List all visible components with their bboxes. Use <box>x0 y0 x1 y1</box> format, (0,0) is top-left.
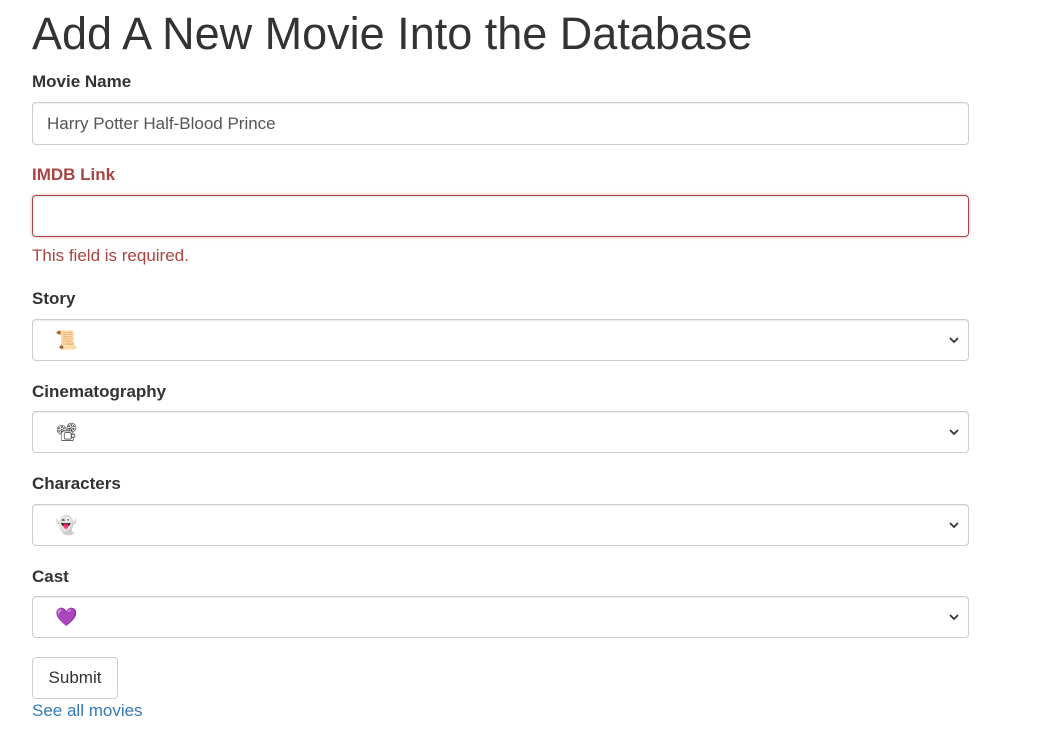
story-select[interactable]: 📜 <box>32 319 969 361</box>
submit-button[interactable]: Submit <box>32 657 118 699</box>
chevron-down-icon <box>949 522 959 529</box>
characters-selected-value: 👻 <box>55 515 78 535</box>
imdb-link-error-message: This field is required. <box>32 246 189 265</box>
imdb-link-label: IMDB Link <box>32 165 116 184</box>
cast-label: Cast <box>32 567 69 586</box>
chevron-down-icon <box>949 337 959 344</box>
story-selected-value: 📜 <box>55 330 78 350</box>
cinematography-select[interactable]: 📽 <box>32 411 969 453</box>
chevron-down-icon <box>949 614 959 621</box>
movie-name-input[interactable] <box>32 102 969 145</box>
characters-label: Characters <box>32 474 121 493</box>
see-all-movies-link[interactable]: See all movies <box>32 701 143 721</box>
cinematography-label: Cinematography <box>32 382 167 401</box>
cinematography-selected-value: 📽 <box>55 422 78 442</box>
cast-select[interactable]: 💜 <box>32 596 969 638</box>
characters-select[interactable]: 👻 <box>32 504 969 546</box>
page-title: Add A New Movie Into the Database <box>32 8 753 59</box>
chevron-down-icon <box>949 429 959 436</box>
movie-name-label: Movie Name <box>32 72 132 91</box>
cast-selected-value: 💜 <box>55 607 78 627</box>
story-label: Story <box>32 289 76 308</box>
imdb-link-input[interactable] <box>32 195 969 237</box>
